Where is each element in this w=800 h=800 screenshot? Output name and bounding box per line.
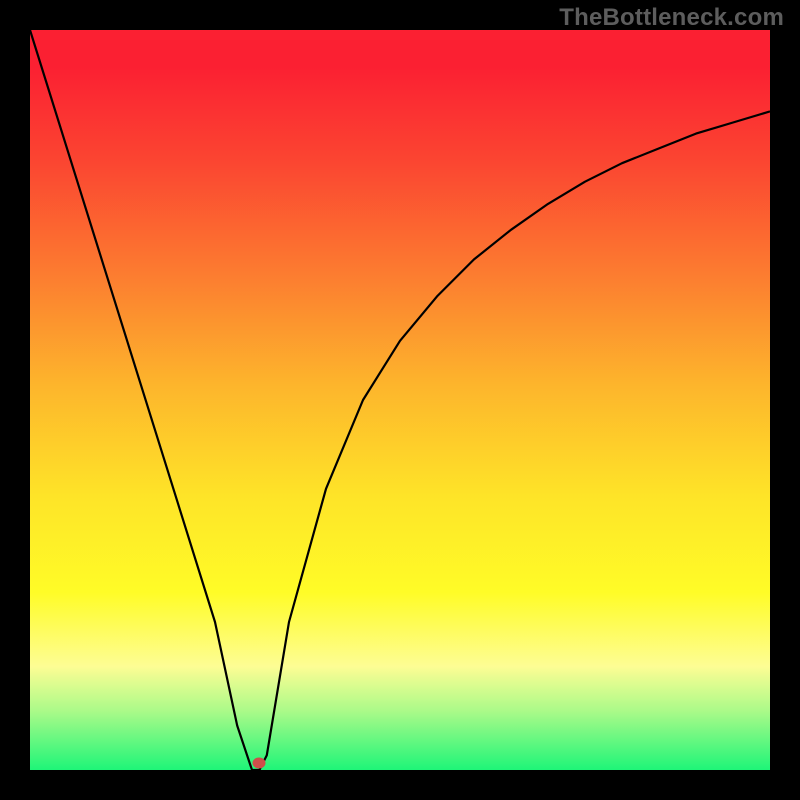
bottleneck-curve xyxy=(30,30,770,770)
optimal-point-marker xyxy=(253,757,266,768)
watermark-text: TheBottleneck.com xyxy=(559,4,784,32)
plot-area xyxy=(30,30,770,770)
chart-stage: TheBottleneck.com xyxy=(0,0,800,800)
